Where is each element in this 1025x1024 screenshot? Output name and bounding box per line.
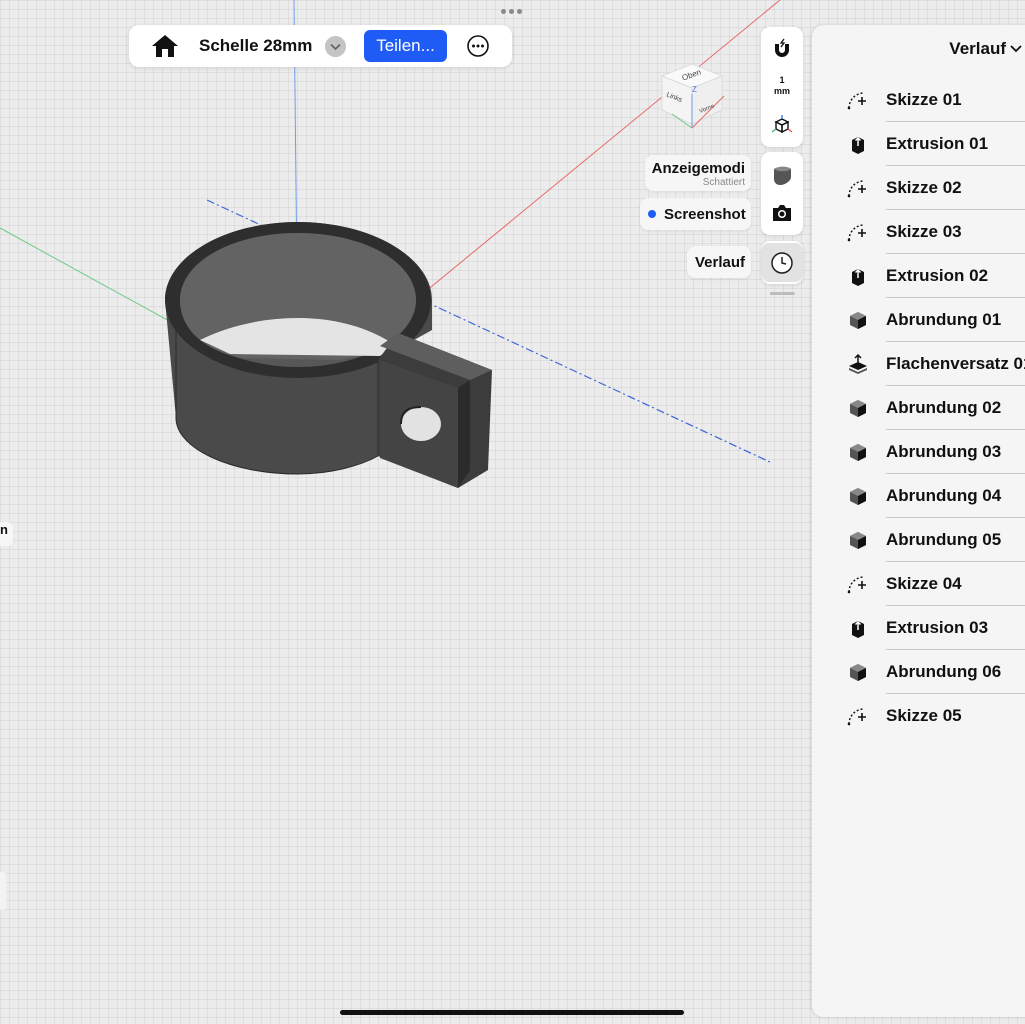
more-icon[interactable] <box>467 35 489 57</box>
history-item[interactable]: Abrundung 01 <box>812 298 1025 342</box>
chevron-down-icon <box>1010 45 1022 53</box>
unit-label: 1 mm <box>773 75 790 96</box>
cube-axes-icon <box>771 115 793 134</box>
history-panel-header[interactable]: Verlauf <box>949 39 1022 59</box>
history-item-label: Skizze 04 <box>886 574 962 593</box>
fillet-icon <box>846 396 870 420</box>
history-toggle-button[interactable] <box>761 243 803 282</box>
history-item-label: Skizze 05 <box>886 706 962 725</box>
fillet-icon <box>846 308 870 332</box>
extrude-icon <box>846 132 870 156</box>
display-modes-value: Schattiert <box>702 177 745 188</box>
screenshot-button[interactable] <box>761 196 803 230</box>
home-icon[interactable] <box>151 33 179 59</box>
history-item[interactable]: Extrusion 03 <box>812 606 1025 650</box>
history-item-label: Skizze 01 <box>886 90 962 109</box>
history-item-label: Extrusion 03 <box>886 618 989 637</box>
sketch-icon <box>846 176 870 200</box>
history-item[interactable]: Flachenversatz 01 <box>812 342 1025 386</box>
toolstrip-divider <box>770 292 795 295</box>
camera-icon <box>773 205 791 221</box>
document-toolbar: Schelle 28mm Teilen... <box>129 25 512 67</box>
chevron-down-icon[interactable] <box>325 36 346 57</box>
history-item[interactable]: Skizze 03 <box>812 210 1025 254</box>
history-label[interactable]: Verlauf <box>687 246 751 278</box>
sketch-icon <box>846 220 870 244</box>
history-item[interactable]: Abrundung 02 <box>812 386 1025 430</box>
screenshot-label[interactable]: Screenshot <box>640 198 751 230</box>
history-item-label: Abrundung 03 <box>886 442 1002 461</box>
display-modes-label[interactable]: Anzeigemodi Schattiert <box>645 155 751 191</box>
history-item[interactable]: Extrusion 02 <box>812 254 1025 298</box>
left-edge-label[interactable]: n <box>0 522 13 546</box>
magnet-snap-button[interactable] <box>761 33 803 65</box>
history-item[interactable]: Skizze 05 <box>812 694 1025 738</box>
history-item-label: Abrundung 01 <box>886 310 1002 329</box>
history-item-label: Abrundung 04 <box>886 486 1002 505</box>
shaded-shape-icon <box>774 166 791 185</box>
history-item-label: Abrundung 06 <box>886 662 1002 681</box>
magnet-icon <box>775 38 789 57</box>
history-item[interactable]: Abrundung 03 <box>812 430 1025 474</box>
screenshot-text: Screenshot <box>664 206 746 223</box>
view-cube[interactable]: Oben Links Vorne Z <box>652 58 734 136</box>
sketch-icon <box>846 572 870 596</box>
clock-icon <box>771 251 793 274</box>
history-item-label: Skizze 03 <box>886 222 962 241</box>
display-mode-button[interactable] <box>761 158 803 192</box>
view-tools <box>761 152 803 235</box>
extrude-icon <box>846 264 870 288</box>
history-panel-title: Verlauf <box>949 39 1006 58</box>
display-modes-title: Anzeigemodi <box>651 160 745 177</box>
extrude-icon <box>846 616 870 640</box>
clamp-model[interactable] <box>165 222 492 488</box>
history-item-label: Extrusion 02 <box>886 266 989 285</box>
history-item-label: Extrusion 01 <box>886 134 989 153</box>
fillet-icon <box>846 528 870 552</box>
view-cube-z-label: Z <box>692 85 697 94</box>
snap-tools: 1 mm <box>761 27 803 147</box>
orientation-button[interactable] <box>761 109 803 141</box>
left-edge-tab[interactable] <box>0 872 6 910</box>
recording-dot-icon <box>648 210 656 218</box>
history-item[interactable]: Skizze 01 <box>812 78 1025 122</box>
window-grabber[interactable] <box>501 9 522 14</box>
history-panel: Verlauf Skizze 01 Extrusion 01 Skizze 02 Sk… <box>812 25 1025 1017</box>
share-button[interactable]: Teilen... <box>364 30 447 62</box>
home-indicator[interactable] <box>340 1010 684 1015</box>
history-tool <box>761 241 803 284</box>
document-title[interactable]: Schelle 28mm <box>199 36 312 56</box>
history-item[interactable]: Extrusion 01 <box>812 122 1025 166</box>
history-item-label: Flachenversatz 01 <box>886 354 1025 373</box>
fillet-icon <box>846 660 870 684</box>
history-item[interactable]: Abrundung 04 <box>812 474 1025 518</box>
history-item[interactable]: Abrundung 05 <box>812 518 1025 562</box>
fillet-icon <box>846 484 870 508</box>
history-item-label: Skizze 02 <box>886 178 962 197</box>
sketch-icon <box>846 88 870 112</box>
sketch-icon <box>846 704 870 728</box>
history-item[interactable]: Abrundung 06 <box>812 650 1025 694</box>
offset-icon <box>846 352 870 376</box>
fillet-icon <box>846 440 870 464</box>
history-item[interactable]: Skizze 02 <box>812 166 1025 210</box>
unit-button[interactable]: 1 mm <box>761 71 803 101</box>
history-item[interactable]: Skizze 04 <box>812 562 1025 606</box>
history-item-label: Abrundung 05 <box>886 530 1002 549</box>
history-item-label: Abrundung 02 <box>886 398 1002 417</box>
history-label-text: Verlauf <box>694 254 745 271</box>
